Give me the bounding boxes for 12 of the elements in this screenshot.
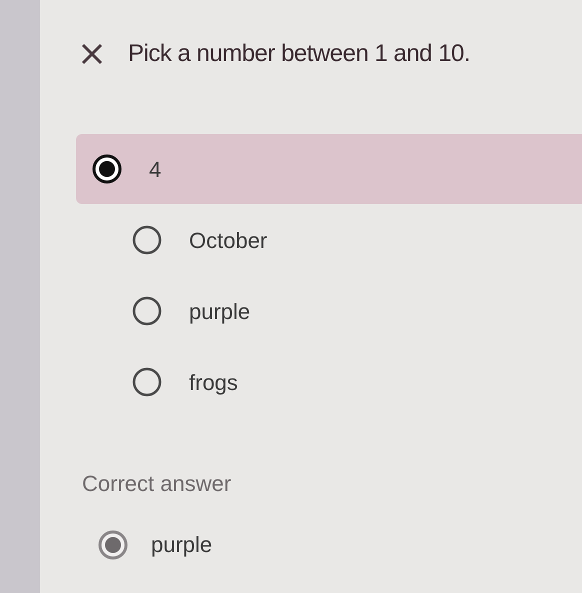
radio-button[interactable] — [131, 366, 163, 398]
option-label: purple — [151, 531, 212, 559]
option-label: October — [189, 226, 268, 254]
radio-button[interactable] — [97, 528, 129, 560]
radio-button[interactable] — [131, 224, 163, 256]
correct-answer-heading: Correct answer — [82, 470, 232, 498]
option-label: 4 — [149, 156, 162, 184]
option-label: purple — [189, 298, 250, 326]
radio-button[interactable] — [91, 153, 123, 185]
option-label: frogs — [189, 368, 238, 397]
radio-button[interactable] — [131, 295, 163, 327]
question-text: Pick a number between 1 and 10. — [128, 39, 470, 69]
